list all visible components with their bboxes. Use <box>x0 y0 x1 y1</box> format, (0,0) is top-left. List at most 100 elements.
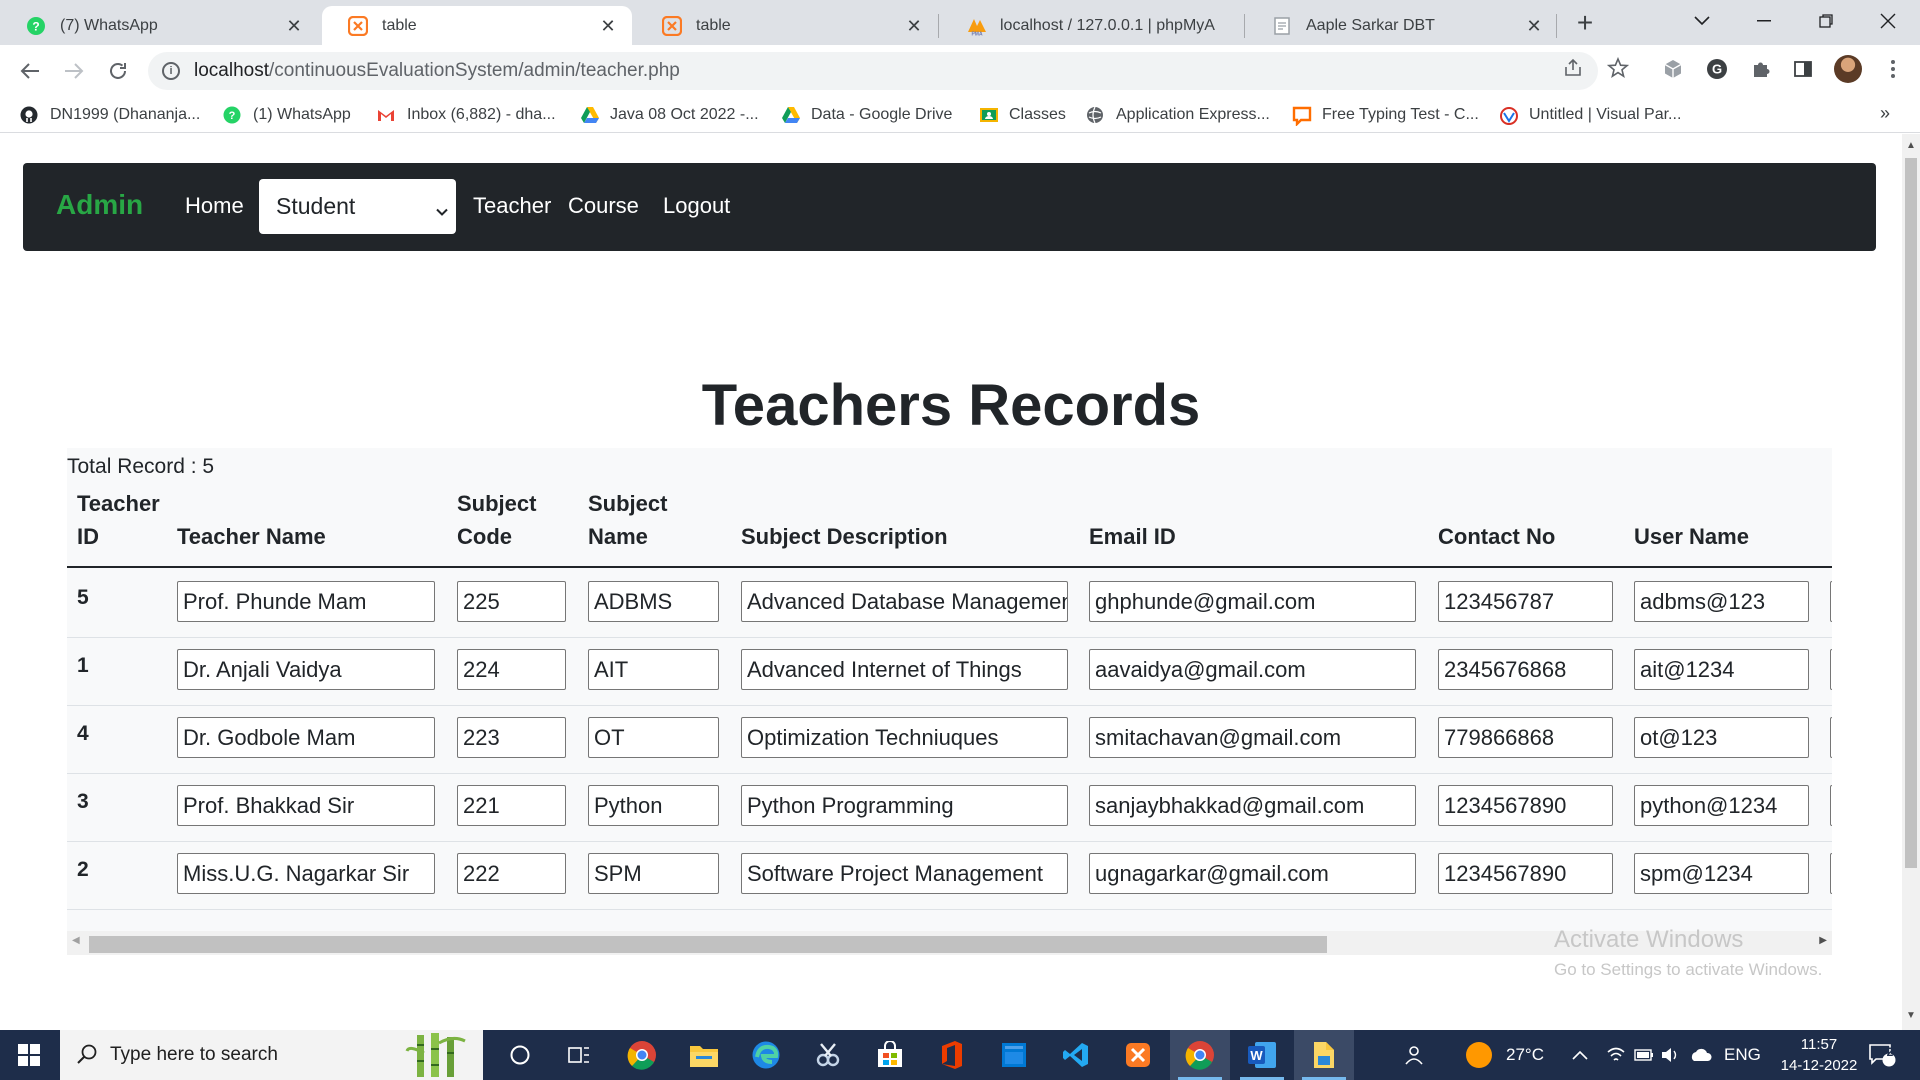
snipping-tool-icon[interactable] <box>798 1030 858 1080</box>
scrollbar-thumb[interactable] <box>89 936 1327 953</box>
contact-input[interactable]: 2345676868 <box>1438 649 1613 690</box>
student-select-dropdown[interactable]: Student <box>259 179 456 234</box>
subject-code-input[interactable]: 221 <box>457 785 566 826</box>
taskbar-search-box[interactable]: Type here to search <box>60 1030 483 1080</box>
username-input[interactable]: ot@123 <box>1634 717 1809 758</box>
subject-name-input[interactable]: AIT <box>588 649 719 690</box>
password-input-clipped[interactable] <box>1830 853 1832 894</box>
weather-widget[interactable]: 27°C <box>1466 1030 1544 1080</box>
close-window-icon[interactable] <box>1860 0 1916 42</box>
battery-icon[interactable] <box>1634 1030 1654 1080</box>
email-input[interactable]: ugnagarkar@gmail.com <box>1089 853 1416 894</box>
tab-whatsapp[interactable]: ? (7) WhatsApp ✕ <box>0 6 318 45</box>
bookmark-gmail[interactable]: Inbox (6,882) - dha... <box>377 103 556 127</box>
contact-input[interactable]: 123456787 <box>1438 581 1613 622</box>
restore-icon[interactable] <box>1798 0 1854 42</box>
subject-description-input[interactable]: Software Project Management <box>741 853 1068 894</box>
edge-icon[interactable] <box>736 1030 796 1080</box>
reload-icon[interactable] <box>102 55 134 87</box>
taskbar-clock[interactable]: 11:57 14-12-2022 <box>1776 1034 1862 1076</box>
onedrive-cloud-icon[interactable] <box>1688 1030 1712 1080</box>
scroll-right-arrow-icon[interactable]: ▶ <box>1819 935 1827 946</box>
forward-arrow-icon[interactable] <box>58 55 90 87</box>
contact-input[interactable]: 1234567890 <box>1438 853 1613 894</box>
tab-aaple-sarkar[interactable]: Aaple Sarkar DBT ✕ <box>1246 6 1558 45</box>
language-indicator[interactable]: ENG <box>1724 1030 1761 1080</box>
scroll-down-arrow-icon[interactable]: ▼ <box>1906 1010 1916 1021</box>
bookmark-typing-test[interactable]: Free Typing Test - C... <box>1292 103 1479 127</box>
back-arrow-icon[interactable] <box>14 55 46 87</box>
contact-input[interactable]: 1234567890 <box>1438 785 1613 826</box>
speaker-icon[interactable] <box>1660 1030 1680 1080</box>
side-panel-icon[interactable] <box>1790 56 1816 82</box>
nav-home-link[interactable]: Home <box>185 193 244 219</box>
username-input[interactable]: spm@1234 <box>1634 853 1809 894</box>
subject-name-input[interactable]: SPM <box>588 853 719 894</box>
office-icon[interactable] <box>922 1030 982 1080</box>
address-bar[interactable]: i localhost/continuousEvaluationSystem/a… <box>148 52 1598 90</box>
site-info-icon[interactable]: i <box>162 62 180 80</box>
share-icon[interactable] <box>1558 53 1588 83</box>
more-bookmarks-chevron-icon[interactable]: » <box>1880 103 1890 124</box>
grammarly-extension-icon[interactable]: G <box>1704 56 1730 82</box>
scroll-up-arrow-icon[interactable]: ▲ <box>1906 140 1916 151</box>
username-input[interactable]: adbms@123 <box>1634 581 1809 622</box>
bookmark-data-drive[interactable]: Data - Google Drive <box>781 103 952 127</box>
page-vertical-scrollbar[interactable]: ▲ ▼ <box>1902 134 1920 1030</box>
chrome-taskbar-icon[interactable] <box>612 1030 672 1080</box>
teacher-name-input[interactable]: Prof. Bhakkad Sir <box>177 785 435 826</box>
tab-table[interactable]: table ✕ <box>636 6 938 45</box>
wifi-icon[interactable] <box>1606 1030 1626 1080</box>
bookmark-github[interactable]: DN1999 (Dhananja... <box>20 103 200 127</box>
file-explorer-active-icon[interactable] <box>1294 1030 1354 1080</box>
task-view-icon[interactable] <box>550 1030 610 1080</box>
scrollbar-thumb[interactable] <box>1905 158 1917 868</box>
subject-description-input[interactable]: Optimization Techniuques <box>741 717 1068 758</box>
nav-teacher-link[interactable]: Teacher <box>473 193 551 219</box>
bookmark-whatsapp[interactable]: ? (1) WhatsApp <box>223 103 351 127</box>
navbar-brand[interactable]: Admin <box>56 189 143 221</box>
cortana-icon[interactable] <box>490 1030 550 1080</box>
subject-name-input[interactable]: OT <box>588 717 719 758</box>
vscode-icon[interactable] <box>1046 1030 1106 1080</box>
chrome-menu-icon[interactable] <box>1880 56 1906 82</box>
new-tab-button[interactable]: + <box>1570 8 1600 38</box>
tab-phpmyadmin[interactable]: PMA localhost / 127.0.0.1 | phpMyA <box>940 6 1244 45</box>
scroll-left-arrow-icon[interactable]: ◀ <box>72 935 80 946</box>
subject-code-input[interactable]: 224 <box>457 649 566 690</box>
password-input-clipped[interactable] <box>1830 785 1832 826</box>
subject-description-input[interactable]: Advanced Internet of Things <box>741 649 1068 690</box>
username-input[interactable]: python@1234 <box>1634 785 1809 826</box>
star-bookmark-icon[interactable] <box>1603 53 1633 83</box>
profile-avatar[interactable] <box>1834 55 1862 83</box>
nav-logout-link[interactable]: Logout <box>663 193 730 219</box>
bookmark-classes[interactable]: Classes <box>979 103 1066 127</box>
app-blue-icon[interactable] <box>984 1030 1044 1080</box>
email-input[interactable]: smitachavan@gmail.com <box>1089 717 1416 758</box>
close-icon[interactable]: ✕ <box>904 16 924 36</box>
file-explorer-icon[interactable] <box>674 1030 734 1080</box>
bookmark-java-drive[interactable]: Java 08 Oct 2022 -... <box>580 103 759 127</box>
show-hidden-icons-chevron-icon[interactable] <box>1572 1030 1588 1080</box>
tab-table-active[interactable]: table ✕ <box>322 6 632 45</box>
email-input[interactable]: aavaidya@gmail.com <box>1089 649 1416 690</box>
email-input[interactable]: sanjaybhakkad@gmail.com <box>1089 785 1416 826</box>
subject-name-input[interactable]: Python <box>588 785 719 826</box>
chrome-active-taskbar-icon[interactable] <box>1170 1030 1230 1080</box>
cube-extension-icon[interactable] <box>1660 56 1686 82</box>
username-input[interactable]: ait@1234 <box>1634 649 1809 690</box>
subject-code-input[interactable]: 222 <box>457 853 566 894</box>
minimize-icon[interactable] <box>1736 0 1792 42</box>
microsoft-store-icon[interactable] <box>860 1030 920 1080</box>
windows-start-icon[interactable] <box>0 1030 58 1080</box>
subject-code-input[interactable]: 223 <box>457 717 566 758</box>
word-icon[interactable]: W <box>1232 1030 1292 1080</box>
close-icon[interactable]: ✕ <box>284 16 304 36</box>
teacher-name-input[interactable]: Miss.U.G. Nagarkar Sir <box>177 853 435 894</box>
close-icon[interactable]: ✕ <box>598 16 618 36</box>
teacher-name-input[interactable]: Dr. Anjali Vaidya <box>177 649 435 690</box>
teacher-name-input[interactable]: Prof. Phunde Mam <box>177 581 435 622</box>
nav-course-link[interactable]: Course <box>568 193 639 219</box>
subject-name-input[interactable]: ADBMS <box>588 581 719 622</box>
bookmark-visual-paradigm[interactable]: Untitled | Visual Par... <box>1499 103 1681 127</box>
